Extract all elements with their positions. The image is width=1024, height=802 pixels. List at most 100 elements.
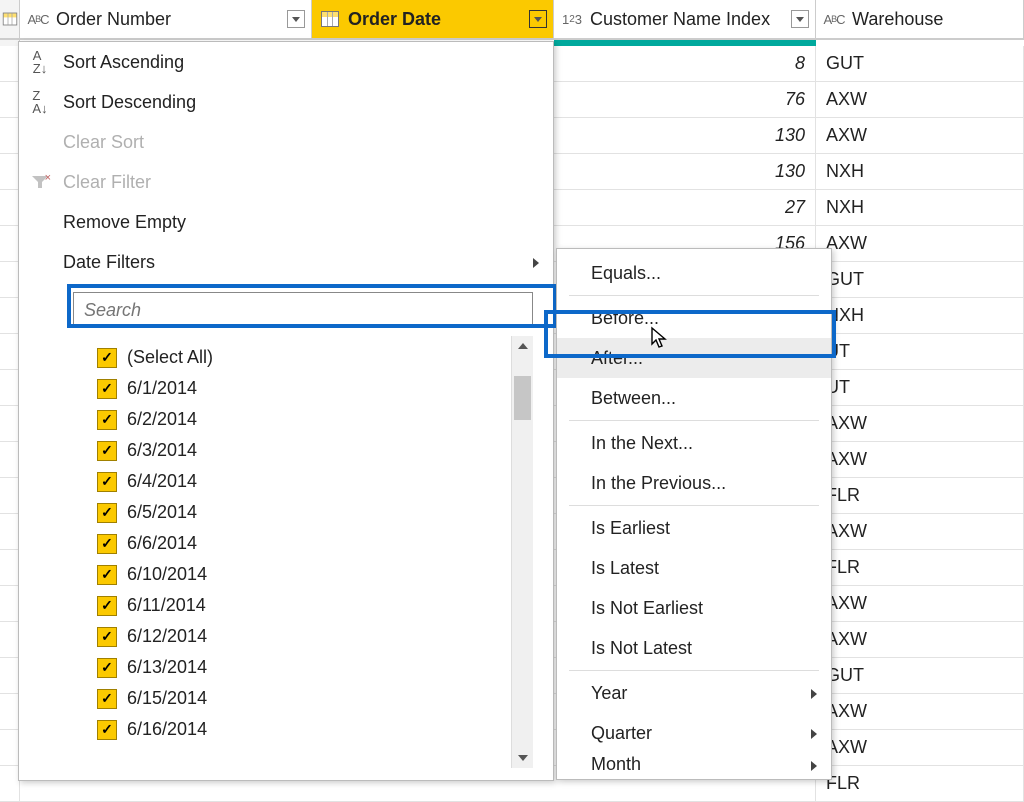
filter-value-label: 6/2/2014: [127, 409, 197, 430]
submenu-arrow-icon: [533, 258, 539, 268]
scroll-thumb[interactable]: [514, 376, 531, 420]
column-label: Order Date: [348, 9, 441, 30]
filter-value-item[interactable]: ✓ 6/2/2014: [97, 404, 511, 435]
submenu-arrow-icon: [811, 761, 817, 771]
submenu-is-not-latest[interactable]: Is Not Latest: [557, 628, 831, 668]
cell-warehouse: AXW: [816, 118, 1024, 153]
cell-warehouse: NXH: [816, 190, 1024, 225]
checkbox-icon[interactable]: ✓: [97, 503, 117, 523]
cell-warehouse: AXW: [816, 406, 1024, 441]
column-dropdown-menu: AZ↓ Sort Ascending ZA↓ Sort Descending C…: [18, 41, 554, 781]
submenu-between[interactable]: Between...: [557, 378, 831, 418]
cell-warehouse: GUT: [816, 46, 1024, 81]
cell-customer-index: 8: [554, 46, 816, 81]
checkbox-icon[interactable]: ✓: [97, 348, 117, 368]
checkbox-icon[interactable]: ✓: [97, 596, 117, 616]
clear-filter-icon: ×: [27, 170, 53, 194]
menu-sort-descending[interactable]: ZA↓ Sort Descending: [19, 82, 553, 122]
search-input[interactable]: [73, 292, 533, 328]
filter-value-item[interactable]: ✓6/6/2014: [97, 528, 511, 559]
dropdown-icon[interactable]: [791, 10, 809, 28]
submenu-is-latest[interactable]: Is Latest: [557, 548, 831, 588]
cell-customer-index: 130: [554, 154, 816, 189]
date-type-icon: [318, 9, 342, 29]
cell-warehouse: AXW: [816, 514, 1024, 549]
checkbox-icon[interactable]: ✓: [97, 627, 117, 647]
checkbox-icon[interactable]: ✓: [97, 689, 117, 709]
cell-warehouse: AXW: [816, 694, 1024, 729]
filter-value-item[interactable]: ✓6/15/2014: [97, 683, 511, 714]
menu-clear-filter: × Clear Filter: [19, 162, 553, 202]
menu-date-filters[interactable]: Date Filters: [19, 242, 553, 282]
filter-value-label: 6/11/2014: [127, 595, 206, 616]
sort-asc-icon: AZ↓: [27, 50, 53, 74]
submenu-is-not-earliest[interactable]: Is Not Earliest: [557, 588, 831, 628]
menu-sort-ascending[interactable]: AZ↓ Sort Ascending: [19, 42, 553, 82]
submenu-month[interactable]: Month: [557, 753, 831, 775]
checkbox-icon[interactable]: ✓: [97, 565, 117, 585]
menu-remove-empty[interactable]: Remove Empty: [19, 202, 553, 242]
text-type-icon: ABC: [822, 9, 846, 29]
cell-warehouse: AXW: [816, 730, 1024, 765]
submenu-quarter[interactable]: Quarter: [557, 713, 831, 753]
filter-value-item[interactable]: ✓ 6/3/2014: [97, 435, 511, 466]
filter-value-item[interactable]: ✓ 6/13/2014: [97, 652, 511, 683]
cell-warehouse: UT: [816, 370, 1024, 405]
checkbox-icon[interactable]: ✓: [97, 720, 117, 740]
submenu-after[interactable]: After...: [557, 338, 831, 378]
filter-value-label: 6/4/2014: [127, 471, 197, 492]
filter-value-item[interactable]: ✓ 6/11/2014: [97, 590, 511, 621]
cell-warehouse: AXW: [816, 82, 1024, 117]
checkbox-icon[interactable]: ✓: [97, 441, 117, 461]
cell-warehouse: UT: [816, 334, 1024, 369]
filter-value-item[interactable]: ✓ 6/10/2014: [97, 559, 511, 590]
column-label: Warehouse: [852, 9, 943, 30]
cell-warehouse: FLR: [816, 478, 1024, 513]
filter-value-label: 6/3/2014: [127, 440, 197, 461]
sort-desc-icon: ZA↓: [27, 90, 53, 114]
submenu-year[interactable]: Year: [557, 673, 831, 713]
filter-value-item[interactable]: ✓6/16/2014: [97, 714, 511, 745]
scroll-up-icon[interactable]: [512, 336, 533, 356]
checkbox-icon[interactable]: ✓: [97, 534, 117, 554]
table-icon: [3, 13, 17, 26]
checkbox-icon[interactable]: ✓: [97, 472, 117, 492]
column-header-warehouse[interactable]: ABC Warehouse: [816, 0, 1024, 38]
scroll-down-icon[interactable]: [512, 748, 533, 768]
submenu-in-the-next[interactable]: In the Next...: [557, 423, 831, 463]
cell-warehouse: AXW: [816, 442, 1024, 477]
filter-search: [73, 292, 533, 328]
checkbox-icon[interactable]: ✓: [97, 658, 117, 678]
filter-value-label: 6/5/2014: [127, 502, 197, 523]
date-filters-submenu: Equals... Before... After... Between... …: [556, 248, 832, 780]
cell-warehouse: AXW: [816, 226, 1024, 261]
filter-value-label: 6/1/2014: [127, 378, 197, 399]
dropdown-icon[interactable]: [287, 10, 305, 28]
cell-warehouse: FLR: [816, 550, 1024, 585]
cell-warehouse: NXH: [816, 154, 1024, 189]
column-header-customer-index[interactable]: 123 Customer Name Index: [554, 0, 816, 38]
filter-value-item[interactable]: ✓ (Select All): [97, 342, 511, 373]
filter-value-label: 6/10/2014: [127, 564, 207, 585]
column-header-order-date[interactable]: Order Date: [312, 0, 554, 38]
submenu-before[interactable]: Before...: [557, 298, 831, 338]
submenu-equals[interactable]: Equals...: [557, 253, 831, 293]
cell-customer-index: 76: [554, 82, 816, 117]
column-header-order-number[interactable]: ABC Order Number: [20, 0, 312, 38]
submenu-in-the-previous[interactable]: In the Previous...: [557, 463, 831, 503]
filter-value-item[interactable]: ✓ 6/4/2014: [97, 466, 511, 497]
filter-value-item[interactable]: ✓ 6/5/2014: [97, 497, 511, 528]
filter-values-list[interactable]: ✓ (Select All) ✓ 6/1/2014 ✓ 6/2/2014 ✓ 6/3/2014…: [73, 336, 511, 768]
filter-value-item[interactable]: ✓6/12/2014: [97, 621, 511, 652]
submenu-is-earliest[interactable]: Is Earliest: [557, 508, 831, 548]
dropdown-icon[interactable]: [529, 10, 547, 28]
scrollbar[interactable]: [511, 336, 533, 768]
filter-value-label: 6/13/2014: [127, 657, 207, 678]
checkbox-icon[interactable]: ✓: [97, 379, 117, 399]
row-header-corner[interactable]: [0, 0, 20, 38]
data-grid: ABC Order Number Order Date 123 Customer…: [0, 0, 1024, 40]
filter-value-label: (Select All): [127, 347, 213, 368]
filter-value-item[interactable]: ✓ 6/1/2014: [97, 373, 511, 404]
submenu-arrow-icon: [811, 689, 817, 699]
checkbox-icon[interactable]: ✓: [97, 410, 117, 430]
